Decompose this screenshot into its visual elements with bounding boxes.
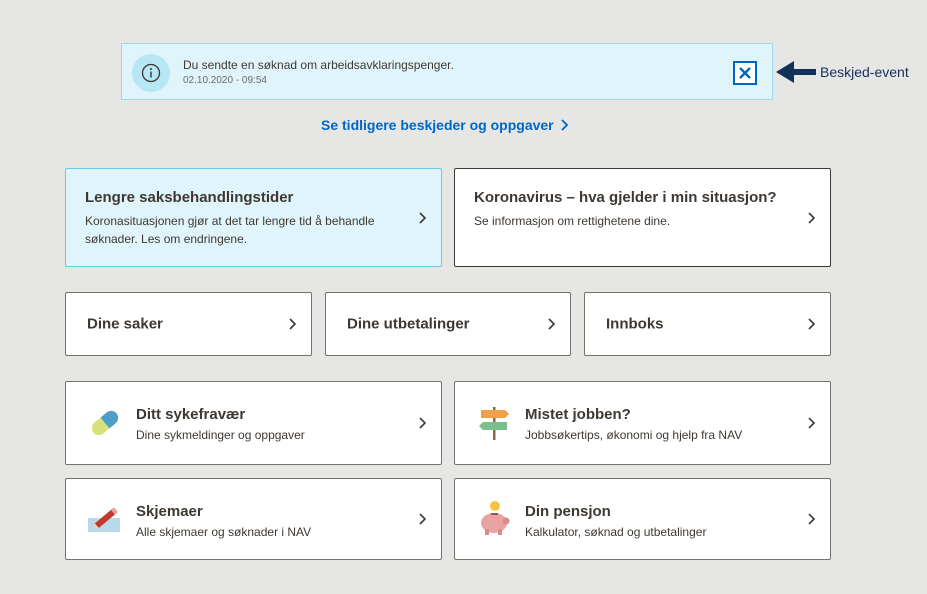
quick-link-innboks[interactable]: Innboks [584,292,831,356]
chevron-right-icon [808,417,816,429]
annotation: Beskjed-event [776,58,909,86]
card-description: Koronasituasjonen gjør at det tar lengre… [85,214,375,246]
card-title: Lengre saksbehandlingstider [85,189,294,206]
quick-link-label: Dine utbetalinger [347,315,470,333]
chevron-right-icon [561,119,568,131]
service-card-pensjon[interactable]: Din pensjon Kalkulator, søknad og utbeta… [454,478,831,560]
info-icon [132,54,170,92]
older-messages-link[interactable]: Se tidligere beskjeder og oppgaver [321,117,569,133]
chevron-right-icon [289,318,297,330]
chevron-right-icon [548,318,556,330]
notification-banner: Du sendte en søknad om arbeidsavklarings… [121,43,773,100]
pill-icon [91,410,119,436]
pencil-form-icon [88,507,120,532]
chevron-right-icon [419,417,427,429]
service-description: Alle skjemaer og søknader i NAV [136,525,312,539]
service-card-mistet-jobben[interactable]: Mistet jobben? Jobbsøkertips, økonomi og… [454,381,831,465]
service-title: Ditt sykefravær [136,406,246,423]
featured-card-coronavirus[interactable]: Koronavirus – hva gjelder i min situasjo… [454,168,831,267]
featured-card-processing-times[interactable]: Lengre saksbehandlingstider Koronasituas… [65,168,442,267]
annotation-label: Beskjed-event [820,64,909,80]
card-title: Koronavirus – hva gjelder i min situasjo… [474,189,777,206]
chevron-right-icon [808,211,816,224]
chevron-right-icon [808,318,816,330]
older-messages-label: Se tidligere beskjeder og oppgaver [321,117,554,133]
signpost-icon [479,407,509,440]
close-icon [739,67,751,79]
piggy-bank-icon [481,501,510,535]
chevron-right-icon [808,513,816,525]
service-card-skjemaer[interactable]: Skjemaer Alle skjemaer og søknader i NAV [65,478,442,560]
service-title: Skjemaer [136,503,203,520]
chevron-right-icon [419,211,427,224]
service-card-sykefravaer[interactable]: Ditt sykefravær Dine sykmeldinger og opp… [65,381,442,465]
service-description: Kalkulator, søknad og utbetalinger [525,525,707,539]
chevron-right-icon [419,513,427,525]
notification-datetime: 02.10.2020 - 09:54 [183,75,267,86]
service-title: Din pensjon [525,503,611,520]
service-title: Mistet jobben? [525,406,631,423]
service-description: Jobbsøkertips, økonomi og hjelp fra NAV [525,428,743,442]
card-description: Se informasjon om rettighetene dine. [474,214,671,228]
notification-message: Du sendte en søknad om arbeidsavklarings… [183,58,454,72]
quick-link-label: Dine saker [87,315,163,333]
close-button[interactable] [733,61,757,85]
quick-link-dine-utbetalinger[interactable]: Dine utbetalinger [325,292,571,356]
arrow-left-icon [776,61,816,83]
quick-link-dine-saker[interactable]: Dine saker [65,292,312,356]
quick-link-label: Innboks [606,315,664,333]
service-description: Dine sykmeldinger og oppgaver [136,428,305,442]
